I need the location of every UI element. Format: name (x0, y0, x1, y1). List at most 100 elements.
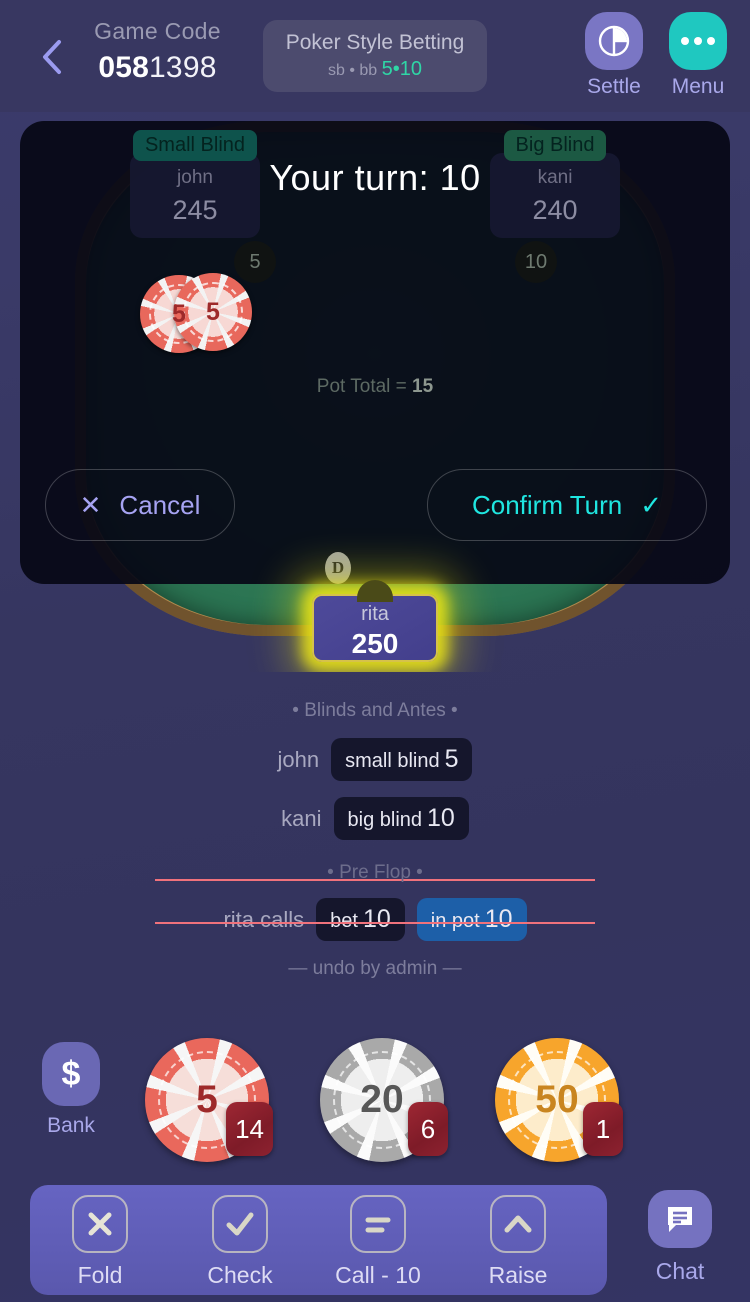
log-bet-badge: bet 10 (316, 898, 405, 941)
seat-player-stack: 250 (351, 628, 399, 659)
tray-chip-20[interactable]: 20 6 (320, 1038, 448, 1162)
equals-icon-glyph (365, 1217, 391, 1233)
dollar-icon: $ (42, 1042, 100, 1106)
bet-amount-john: 5 (234, 241, 276, 283)
log-inpot-amount: 10 (484, 905, 513, 933)
app-header: Game Code 0581398 Poker Style Betting sb… (0, 0, 750, 112)
pot-chip-value: 5 (172, 299, 186, 328)
chat-label: Chat (655, 1258, 705, 1284)
log-action-label: small blind (345, 750, 440, 772)
betting-style-name: Poker Style Betting (285, 31, 465, 54)
betting-style-pill[interactable]: Poker Style Betting sb • bb 5•10 (263, 20, 487, 92)
chat-icon-wrap (648, 1190, 712, 1248)
close-x-icon: ✕ (79, 489, 102, 520)
tray-chip-50[interactable]: 50 1 (495, 1038, 623, 1162)
log-actor: john (277, 746, 320, 772)
game-code-label: Game Code (94, 18, 221, 44)
settle-label: Settle (587, 75, 641, 98)
log-row: rita calls bet 10 in pot 10 (0, 898, 750, 941)
chevron-up-icon (490, 1195, 546, 1253)
ellipsis-icon (681, 37, 715, 45)
seat-role-badge: Small Blind (132, 130, 258, 161)
x-icon (72, 1195, 128, 1253)
fold-label: Fold (77, 1262, 123, 1288)
seat-player-name: rita (361, 603, 389, 625)
menu-icon-wrap (669, 12, 727, 70)
strikethrough-rule (155, 922, 595, 924)
seat-player-stack: 245 (172, 195, 218, 225)
hand-history-log: • Blinds and Antes • john small blind 5 k… (0, 700, 750, 980)
equals-icon (350, 1195, 406, 1253)
game-code-value: 0581398 (90, 51, 225, 85)
seat-player-name: kani (537, 167, 573, 188)
seat-role-badge: Big Blind (503, 130, 607, 161)
log-section-preflop: • Pre Flop • (327, 862, 423, 883)
log-section-blinds: • Blinds and Antes • (292, 700, 458, 721)
log-row: john small blind 5 (0, 738, 750, 781)
check-icon-glyph (226, 1212, 254, 1236)
check-button[interactable]: Check (180, 1195, 300, 1289)
log-bet-label: bet (330, 910, 358, 932)
settle-button[interactable]: Settle (566, 12, 662, 99)
pot-chip-value: 5 (206, 297, 220, 326)
blinds-label: sb • bb (327, 62, 378, 79)
chip-count-badge: 14 (226, 1102, 273, 1156)
raise-button[interactable]: Raise (458, 1195, 578, 1289)
chip-value: 20 (360, 1078, 404, 1121)
check-label: Check (207, 1262, 273, 1288)
pot-total-label: Pot Total = (316, 376, 407, 397)
game-code-block[interactable]: Game Code 0581398 (90, 18, 225, 85)
log-action-amount: 5 (444, 745, 459, 773)
seat-rita-active[interactable]: rita 250 (312, 580, 438, 662)
log-section-preflop-wrap: • Pre Flop • (0, 862, 750, 888)
chip-value: 5 (196, 1078, 218, 1121)
big-blind-value: 10 (399, 58, 423, 80)
log-undo-note: — undo by admin — (288, 958, 462, 979)
seat-player-name: john (177, 167, 213, 188)
pot-total-value: 15 (412, 376, 434, 397)
seat-player-stack: 240 (532, 195, 578, 225)
back-button[interactable] (30, 35, 74, 79)
menu-button[interactable]: Menu (650, 12, 746, 99)
turn-title: Your turn: 10 (269, 157, 481, 198)
log-actor: rita calls (223, 906, 305, 932)
pot-chip-stack: 5 5 (140, 273, 260, 353)
poker-table: Your turn: 10 5 5 5 10 Pot Total = 15 ✕ … (0, 112, 750, 672)
seat-card: john 245 (130, 153, 260, 238)
chip-tray: $ Bank 5 14 20 6 50 1 (0, 1030, 750, 1170)
tray-chip-5[interactable]: 5 14 (145, 1038, 273, 1162)
log-actor: kani (281, 805, 322, 831)
blinds-summary: sb • bb 5•10 (328, 58, 422, 81)
log-action-label: big blind (347, 809, 423, 831)
confirm-turn-button[interactable]: Confirm Turn ✓ (427, 469, 707, 541)
log-inpot-label: in pot (430, 910, 480, 932)
call-button[interactable]: Call - 10 (318, 1195, 438, 1289)
bank-button[interactable]: $ Bank (42, 1042, 100, 1138)
cancel-button[interactable]: ✕ Cancel (45, 469, 235, 541)
game-code-prefix: 058 (98, 51, 150, 84)
chevron-up-icon-glyph (504, 1215, 532, 1233)
seat-kani[interactable]: Big Blind kani 240 (490, 130, 620, 238)
check-icon (212, 1195, 268, 1253)
chevron-left-icon (43, 40, 61, 74)
check-icon: ✓ (640, 489, 663, 520)
raise-label: Raise (488, 1262, 548, 1288)
chat-bubble-icon (668, 1207, 692, 1232)
settle-icon-wrap (585, 12, 643, 70)
fold-button[interactable]: Fold (40, 1195, 160, 1289)
bank-label: Bank (47, 1114, 95, 1137)
game-code-suffix: 1398 (149, 51, 217, 84)
pie-chart-icon (598, 25, 630, 57)
log-action-badge: small blind 5 (331, 738, 473, 781)
dealer-button-icon: D (325, 552, 351, 584)
log-row: kani big blind 10 (0, 797, 750, 840)
log-bet-amount: 10 (362, 905, 391, 933)
pot-total: Pot Total = 15 (20, 376, 730, 398)
seat-card: kani 240 (490, 153, 620, 238)
log-action-amount: 10 (427, 804, 455, 832)
chat-button[interactable]: Chat (648, 1190, 712, 1285)
small-blind-value: 5 (381, 58, 393, 80)
seat-john[interactable]: Small Blind john 245 (130, 130, 260, 238)
cancel-label: Cancel (119, 489, 201, 520)
bet-amount-kani: 10 (515, 241, 557, 283)
